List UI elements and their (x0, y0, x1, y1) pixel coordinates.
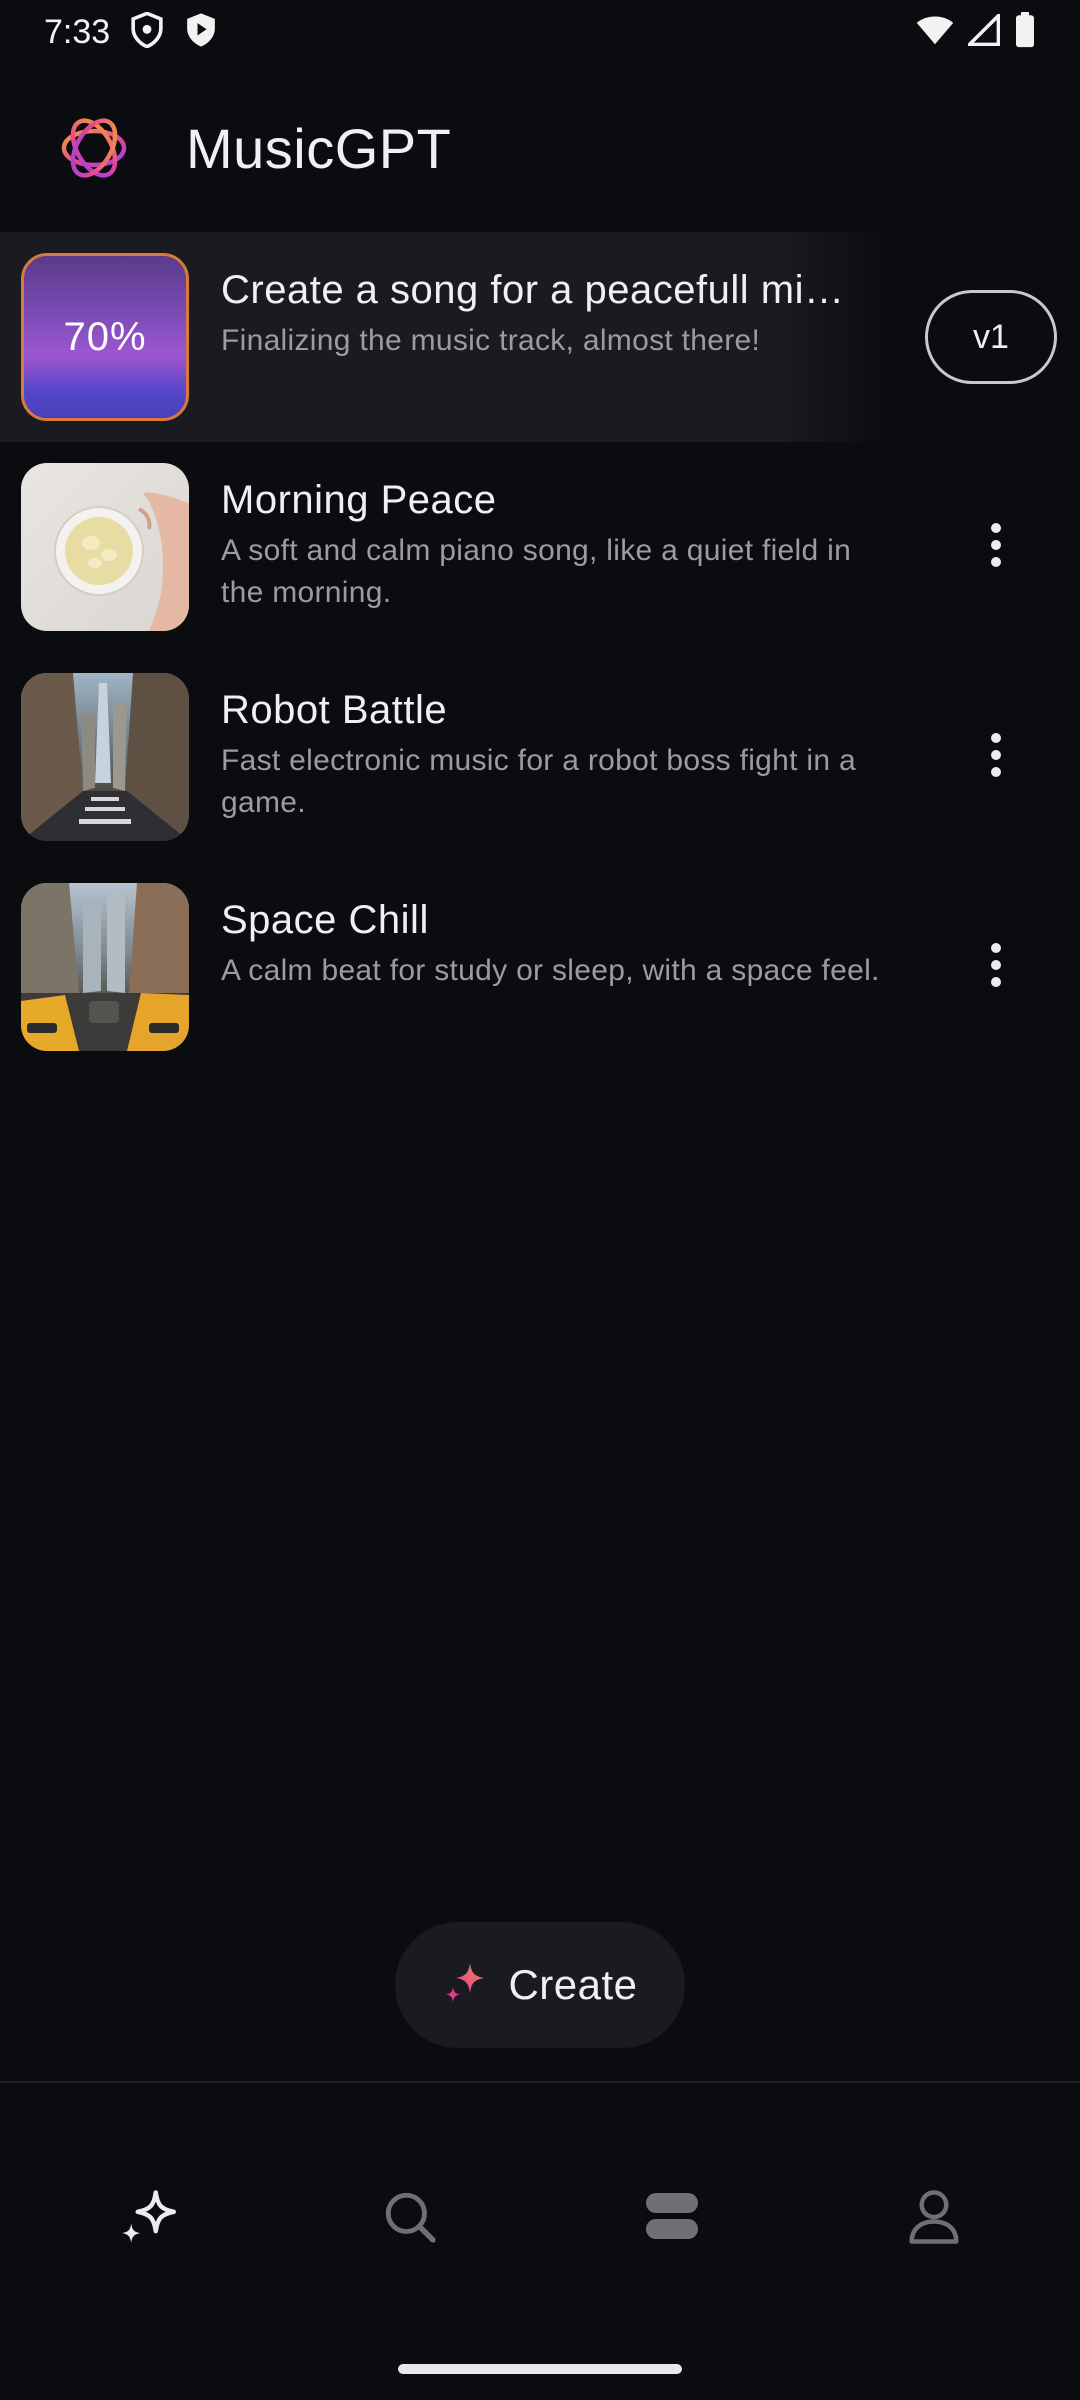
song-cover-image (21, 883, 189, 1051)
progress-wave (24, 362, 186, 418)
song-description: A calm beat for study or sleep, with a s… (221, 954, 880, 987)
song-row[interactable]: Robot Battle Fast electronic music for a… (0, 652, 1080, 862)
song-title: Morning Peace (221, 478, 497, 522)
app-title: MusicGPT (186, 116, 452, 180)
generation-progress-thumbnail: 70% (21, 253, 189, 421)
status-left: 7:33 (44, 11, 218, 52)
nav-tab-library[interactable] (632, 2179, 712, 2259)
more-options-button[interactable] (966, 512, 1026, 582)
more-vert-icon (989, 942, 1003, 992)
generating-song-row[interactable]: 70% Create a song for a peacefull mi… Fi… (0, 232, 1080, 442)
song-text: Morning Peace A soft and calm piano song… (221, 474, 901, 614)
song-text: Space Chill A calm beat for study or sle… (221, 894, 901, 992)
nav-tab-create[interactable] (108, 2179, 188, 2259)
cellular-signal-icon (965, 11, 1001, 50)
more-vert-icon (989, 732, 1003, 782)
home-indicator[interactable] (398, 2364, 682, 2374)
battery-icon (1014, 12, 1036, 52)
wifi-icon (916, 14, 954, 50)
musicgpt-logo-icon (56, 110, 132, 186)
song-text: Create a song for a peacefull mi… Finali… (221, 264, 901, 362)
nav-tab-profile[interactable] (894, 2179, 974, 2259)
song-description: A soft and calm piano song, like a quiet… (221, 534, 852, 609)
version-button[interactable]: v1 (925, 290, 1057, 384)
sparkles-icon (117, 2186, 179, 2252)
song-title: Space Chill (221, 898, 429, 942)
song-row[interactable]: Morning Peace A soft and calm piano song… (0, 442, 1080, 652)
song-text: Robot Battle Fast electronic music for a… (221, 684, 901, 824)
song-description: Fast electronic music for a robot boss f… (221, 744, 856, 819)
library-stack-icon (643, 2191, 701, 2247)
song-status: Finalizing the music track, almost there… (221, 324, 761, 357)
profile-icon (907, 2188, 961, 2250)
bottom-navigation (0, 2081, 1080, 2341)
song-cover-image (21, 463, 189, 631)
song-list: 70% Create a song for a peacefull mi… Fi… (0, 232, 1080, 1072)
status-bar: 7:33 (0, 0, 1080, 64)
status-right (916, 11, 1036, 52)
song-title: Robot Battle (221, 688, 448, 732)
shield-icon (130, 11, 164, 52)
create-label: Create (508, 1961, 638, 2008)
app-bar: MusicGPT (0, 64, 1080, 232)
progress-percent: 70% (63, 314, 147, 359)
more-options-button[interactable] (966, 932, 1026, 1002)
search-icon (381, 2188, 439, 2250)
play-shield-icon (184, 12, 218, 52)
status-time: 7:33 (44, 12, 111, 51)
nav-tab-search[interactable] (370, 2179, 450, 2259)
song-row[interactable]: Space Chill A calm beat for study or sle… (0, 862, 1080, 1072)
song-title: Create a song for a peacefull mi… (221, 268, 845, 312)
create-button[interactable]: Create (395, 1922, 685, 2048)
more-options-button[interactable] (966, 722, 1026, 792)
more-vert-icon (989, 522, 1003, 572)
song-cover-image (21, 673, 189, 841)
sparkle-icon (442, 1959, 490, 2011)
